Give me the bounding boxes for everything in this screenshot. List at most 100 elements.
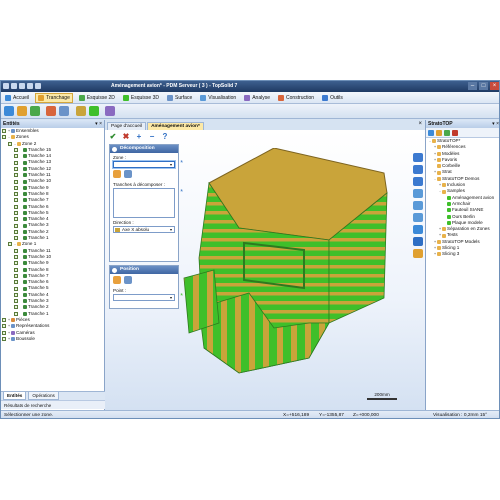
visibility-checkbox[interactable] xyxy=(14,311,18,316)
pin-icon[interactable]: ▾ × xyxy=(492,120,499,128)
chevron-down-icon[interactable]: ▾ xyxy=(168,162,174,167)
apply-icon[interactable]: + xyxy=(134,132,144,141)
visibility-checkbox[interactable] xyxy=(14,154,18,159)
left-tab-1[interactable]: Opérations xyxy=(28,392,59,400)
visibility-checkbox[interactable] xyxy=(2,129,6,134)
menu-tab-7[interactable]: Construction xyxy=(276,94,316,102)
visibility-checkbox[interactable] xyxy=(14,185,18,190)
layer-tool-icon[interactable] xyxy=(89,106,99,116)
delete-icon[interactable] xyxy=(452,130,458,136)
redo-icon[interactable] xyxy=(19,83,25,89)
visibility-checkbox[interactable] xyxy=(2,318,6,323)
view-pan-icon[interactable] xyxy=(413,153,423,162)
refresh-icon[interactable] xyxy=(428,130,434,136)
view-iso-icon[interactable] xyxy=(413,225,423,234)
document-tab-0[interactable]: Page d'accueil xyxy=(107,122,147,130)
view-front-icon[interactable] xyxy=(413,201,423,210)
cancel-icon[interactable]: ✖ xyxy=(121,132,131,141)
select-tool-icon[interactable] xyxy=(4,106,14,116)
visibility-checkbox[interactable] xyxy=(14,236,18,241)
left-tab-0[interactable]: Entités xyxy=(3,392,27,400)
visibility-checkbox[interactable] xyxy=(14,204,18,209)
menu-tab-2[interactable]: Esquisse 2D xyxy=(77,94,117,102)
visibility-checkbox[interactable] xyxy=(14,286,18,291)
view-fit-icon[interactable] xyxy=(413,189,423,198)
visibility-checkbox[interactable] xyxy=(2,336,6,341)
visibility-checkbox[interactable] xyxy=(14,248,18,253)
maximize-button[interactable]: □ xyxy=(479,82,488,90)
panel-tool-icon[interactable] xyxy=(76,106,86,116)
visibility-checkbox[interactable] xyxy=(2,135,6,140)
print-icon[interactable] xyxy=(27,83,33,89)
document-tab-1[interactable]: Aménagement avion* xyxy=(147,122,204,130)
visibility-checkbox[interactable] xyxy=(14,160,18,165)
menu-tab-6[interactable]: Analyse xyxy=(242,94,272,102)
help-icon[interactable]: ? xyxy=(160,132,170,141)
visibility-checkbox[interactable] xyxy=(14,173,18,178)
visibility-checkbox[interactable] xyxy=(14,261,18,266)
view-shading-icon[interactable] xyxy=(413,237,423,246)
visibility-checkbox[interactable] xyxy=(14,223,18,228)
minimize-button[interactable]: – xyxy=(468,82,477,90)
visibility-checkbox[interactable] xyxy=(14,255,18,260)
tree-item[interactable]: + Boussole xyxy=(1,336,105,342)
ok-icon[interactable]: ✔ xyxy=(108,132,118,141)
menu-tab-1[interactable]: Tranchage xyxy=(35,92,73,103)
position-picker-icon[interactable] xyxy=(113,276,121,284)
zone-filter-icon[interactable] xyxy=(124,170,132,178)
close-button[interactable]: × xyxy=(490,82,499,90)
visibility-checkbox[interactable] xyxy=(14,229,18,234)
menu-tab-3[interactable]: Esquisse 3D xyxy=(121,94,161,102)
position-header[interactable]: Position xyxy=(110,266,178,274)
chevron-down-icon[interactable]: ▾ xyxy=(168,295,174,300)
position-filter-icon[interactable] xyxy=(124,276,132,284)
visibility-checkbox[interactable] xyxy=(14,192,18,197)
menu-tab-0[interactable]: Accueil xyxy=(3,94,31,102)
visibility-checkbox[interactable] xyxy=(14,217,18,222)
direction-select[interactable]: Axe X absolu ▾ xyxy=(113,226,175,233)
save-icon[interactable] xyxy=(3,83,9,89)
slice-tool-icon[interactable] xyxy=(17,106,27,116)
point-field[interactable]: ▾ * xyxy=(113,293,183,301)
visibility-checkbox[interactable] xyxy=(14,179,18,184)
menu-tab-4[interactable]: Surface xyxy=(165,94,194,102)
view-rotate-icon[interactable] xyxy=(413,165,423,174)
search-icon[interactable] xyxy=(35,83,41,89)
visibility-checkbox[interactable] xyxy=(14,305,18,310)
view-light-icon[interactable] xyxy=(413,249,423,258)
visibility-checkbox[interactable] xyxy=(14,273,18,278)
visibility-checkbox[interactable] xyxy=(2,324,6,329)
visibility-checkbox[interactable] xyxy=(14,280,18,285)
analysis-tool-icon[interactable] xyxy=(105,106,115,116)
zone-tool-icon[interactable] xyxy=(30,106,40,116)
visibility-checkbox[interactable] xyxy=(14,211,18,215)
menu-tab-5[interactable]: Visualisation xyxy=(198,94,238,102)
close-document-icon[interactable]: × xyxy=(418,121,422,127)
minus-icon[interactable]: − xyxy=(147,132,157,141)
visibility-checkbox[interactable] xyxy=(14,166,18,171)
sliced-3d-model[interactable] xyxy=(179,148,399,378)
view-zoom-icon[interactable] xyxy=(413,177,423,186)
view-top-icon[interactable] xyxy=(413,213,423,222)
decompose-tool-icon[interactable] xyxy=(46,106,56,116)
slices-list[interactable]: * xyxy=(113,188,183,218)
visibility-checkbox[interactable] xyxy=(14,198,18,203)
visibility-checkbox[interactable] xyxy=(14,299,18,304)
3d-viewport[interactable]: ✔ ✖ + − ? Décomposition Zone : ▾ * Tranch… xyxy=(105,130,425,410)
folder-icon[interactable] xyxy=(436,130,442,136)
visibility-checkbox[interactable] xyxy=(14,292,18,297)
visibility-checkbox[interactable] xyxy=(8,242,12,247)
visibility-checkbox[interactable] xyxy=(8,141,12,146)
menu-tab-8[interactable]: Outils xyxy=(320,94,345,102)
decomposition-header[interactable]: Décomposition xyxy=(110,145,178,153)
stratotop-tree-item[interactable]: + Slicing 3 xyxy=(426,251,499,257)
add-icon[interactable] xyxy=(444,130,450,136)
undo-icon[interactable] xyxy=(11,83,17,89)
cut-tool-icon[interactable] xyxy=(59,106,69,116)
visibility-checkbox[interactable] xyxy=(2,330,6,335)
zone-picker-icon[interactable] xyxy=(113,170,121,178)
visibility-checkbox[interactable] xyxy=(14,148,18,153)
zone-field[interactable]: ▾ * xyxy=(113,160,183,168)
chevron-down-icon[interactable]: ▾ xyxy=(168,227,174,232)
pin-icon[interactable]: ▾ × xyxy=(95,120,102,128)
